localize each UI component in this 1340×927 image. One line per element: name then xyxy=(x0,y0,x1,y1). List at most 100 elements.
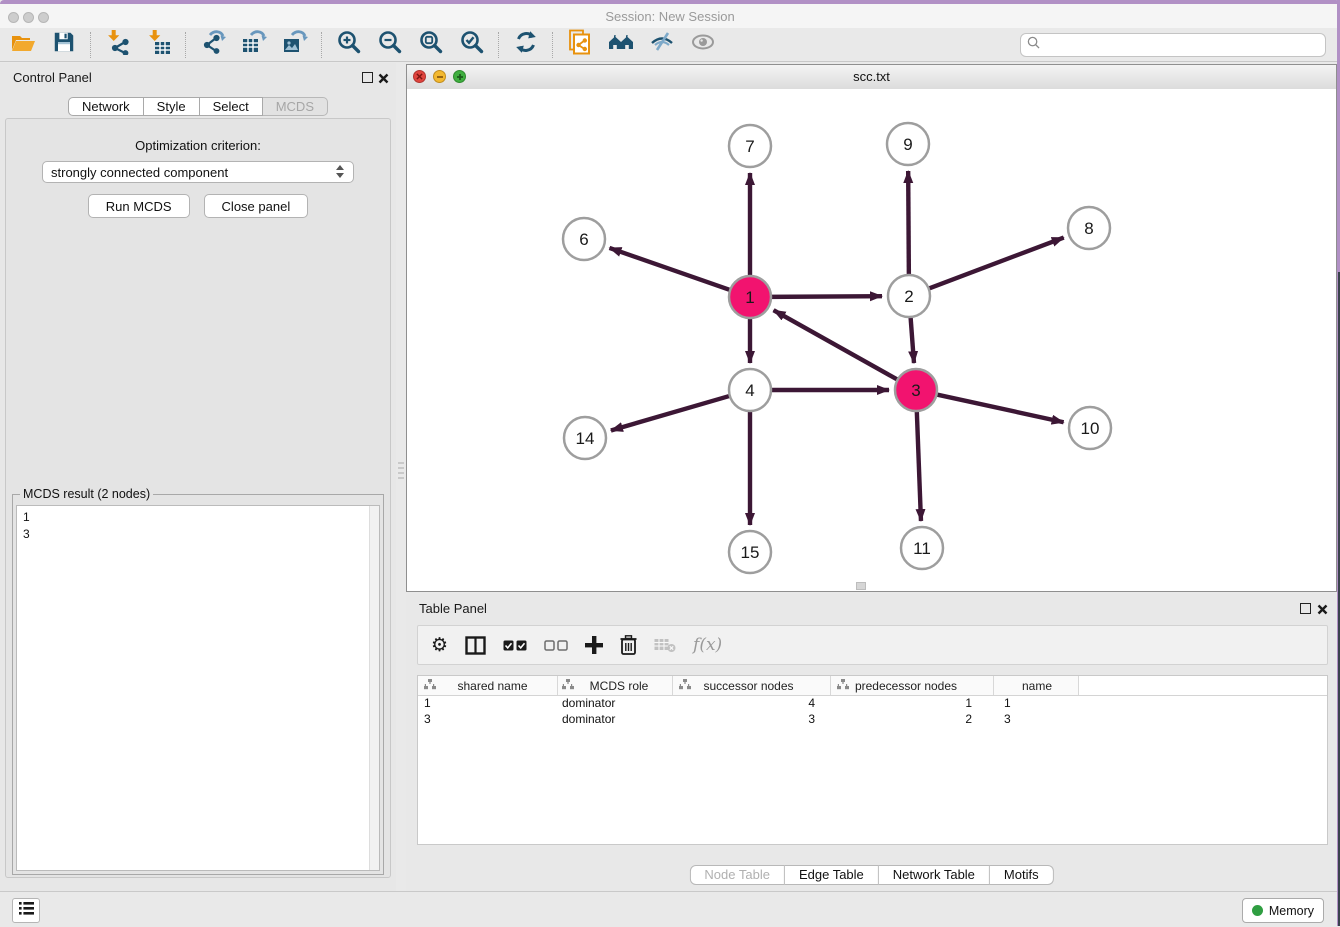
cell-successor-nodes: 3 xyxy=(673,712,831,728)
tab-network-table[interactable]: Network Table xyxy=(879,865,990,885)
tab-mcds[interactable]: MCDS xyxy=(263,97,328,116)
column-type-icon xyxy=(837,677,849,695)
zoom-fit-button[interactable] xyxy=(416,30,446,60)
status-bar: Memory xyxy=(0,891,1340,927)
column-header-successor-nodes[interactable]: successor nodes xyxy=(673,676,831,695)
graph-edge-3-1[interactable] xyxy=(774,310,900,381)
import-network-icon xyxy=(105,29,131,60)
export-network-icon xyxy=(200,29,226,60)
zoom-out-button[interactable] xyxy=(375,30,405,60)
search-icon xyxy=(1027,36,1040,54)
export-table-icon xyxy=(241,29,267,60)
import-network-button[interactable] xyxy=(103,30,133,60)
tab-motifs[interactable]: Motifs xyxy=(990,865,1054,885)
table-toolbar: ⚙ f(x) xyxy=(417,625,1328,665)
tab-node-table[interactable]: Node Table xyxy=(689,865,785,885)
memory-button[interactable]: Memory xyxy=(1242,898,1324,923)
toolbar-separator xyxy=(90,32,92,58)
delete-table-button[interactable] xyxy=(654,638,676,653)
graph-edge-1-2[interactable] xyxy=(769,296,882,297)
graph-edge-3-11[interactable] xyxy=(917,409,921,521)
close-panel-icon[interactable] xyxy=(378,71,389,82)
column-header-predecessor-nodes[interactable]: predecessor nodes xyxy=(831,676,994,695)
list-icon xyxy=(19,902,34,920)
graph-node-label: 9 xyxy=(903,135,912,154)
mcds-result-item: 3 xyxy=(23,526,379,543)
choose-columns-button[interactable] xyxy=(465,636,486,655)
tab-select[interactable]: Select xyxy=(200,97,263,116)
open-file-button[interactable] xyxy=(8,30,38,60)
add-column-button[interactable] xyxy=(585,636,603,654)
export-network-button[interactable] xyxy=(198,30,228,60)
close-panel-button[interactable]: Close panel xyxy=(204,194,309,218)
refresh-icon xyxy=(513,29,539,60)
float-panel-icon[interactable] xyxy=(362,72,373,83)
graph-edge-3-10[interactable] xyxy=(935,394,1064,422)
import-table-button[interactable] xyxy=(144,30,174,60)
optimization-criterion-label: Optimization criterion: xyxy=(6,138,390,153)
network-graph[interactable]: 1234678910111415 xyxy=(407,89,1336,591)
control-panel: Control Panel Network Style Select MCDS … xyxy=(0,63,396,891)
tab-edge-table[interactable]: Edge Table xyxy=(785,865,879,885)
optimization-criterion-select[interactable]: strongly connected component xyxy=(42,161,354,183)
main-toolbar xyxy=(0,28,1340,62)
graph-edge-1-6[interactable] xyxy=(609,248,732,291)
panel-splitter-handle[interactable] xyxy=(398,462,404,480)
hide-graphics-details-button[interactable] xyxy=(688,30,718,60)
graph-node-label: 2 xyxy=(904,287,913,306)
mcds-result-list[interactable]: 1 3 xyxy=(16,505,380,871)
table-panel: Table Panel ⚙ f(x) shared name MCDS role… xyxy=(406,594,1337,891)
export-table-button[interactable] xyxy=(239,30,269,60)
cell-mcds-role: dominator xyxy=(558,696,673,712)
delete-column-button[interactable] xyxy=(620,635,637,655)
graph-edge-4-14[interactable] xyxy=(611,395,732,430)
graph-node-label: 4 xyxy=(745,381,754,400)
column-header-name[interactable]: name xyxy=(994,676,1079,695)
float-panel-icon[interactable] xyxy=(1300,603,1311,614)
close-panel-icon[interactable] xyxy=(1317,602,1328,613)
column-header-mcds-role[interactable]: MCDS role xyxy=(558,676,673,695)
table-row[interactable]: 3 dominator 3 2 3 xyxy=(418,712,1327,728)
run-mcds-button[interactable]: Run MCDS xyxy=(88,194,190,218)
refresh-button[interactable] xyxy=(511,30,541,60)
zoom-in-button[interactable] xyxy=(334,30,364,60)
table-tabs: Node Table Edge Table Network Table Moti… xyxy=(689,865,1053,885)
network-title: scc.txt xyxy=(407,69,1336,84)
search-field xyxy=(1020,33,1326,57)
search-input[interactable] xyxy=(1040,38,1319,52)
toolbar-separator xyxy=(552,32,554,58)
graph-edge-2-3[interactable] xyxy=(910,315,914,363)
network-canvas[interactable]: 1234678910111415 xyxy=(407,89,1336,591)
zoom-in-icon xyxy=(336,29,362,60)
result-scrollbar[interactable] xyxy=(369,506,379,870)
export-image-button[interactable] xyxy=(280,30,310,60)
graph-node-label: 11 xyxy=(913,539,931,558)
save-session-button[interactable] xyxy=(49,30,79,60)
graph-node-label: 7 xyxy=(745,137,754,156)
canvas-resize-grip[interactable] xyxy=(856,582,866,590)
task-history-button[interactable] xyxy=(12,898,40,923)
column-header-shared-name[interactable]: shared name xyxy=(418,676,558,695)
window-title: Session: New Session xyxy=(0,9,1340,24)
mcds-result-item: 1 xyxy=(23,509,379,526)
first-neighbors-button[interactable] xyxy=(606,30,636,60)
deselect-all-button[interactable] xyxy=(544,640,568,651)
mcds-result-legend: MCDS result (2 nodes) xyxy=(20,487,153,501)
column-type-icon xyxy=(679,677,691,695)
graph-edge-2-9[interactable] xyxy=(908,171,909,277)
show-graphics-details-button[interactable] xyxy=(647,30,677,60)
tab-network[interactable]: Network xyxy=(68,97,144,116)
table-settings-button[interactable]: ⚙ xyxy=(431,634,448,657)
table-row[interactable]: 1 dominator 4 1 1 xyxy=(418,696,1327,712)
graph-edge-2-8[interactable] xyxy=(927,238,1064,290)
window-titlebar: Session: New Session xyxy=(0,4,1340,28)
select-all-button[interactable] xyxy=(503,640,527,651)
zoom-selected-button[interactable] xyxy=(457,30,487,60)
clone-network-button[interactable] xyxy=(565,30,595,60)
function-builder-button[interactable]: f(x) xyxy=(693,635,722,655)
mcds-result-group: MCDS result (2 nodes) 1 3 xyxy=(12,494,384,875)
network-window-titlebar[interactable]: scc.txt xyxy=(407,65,1336,90)
mcds-panel: Optimization criterion: strongly connect… xyxy=(5,118,391,878)
tab-style[interactable]: Style xyxy=(144,97,200,116)
open-folder-icon xyxy=(10,29,36,60)
